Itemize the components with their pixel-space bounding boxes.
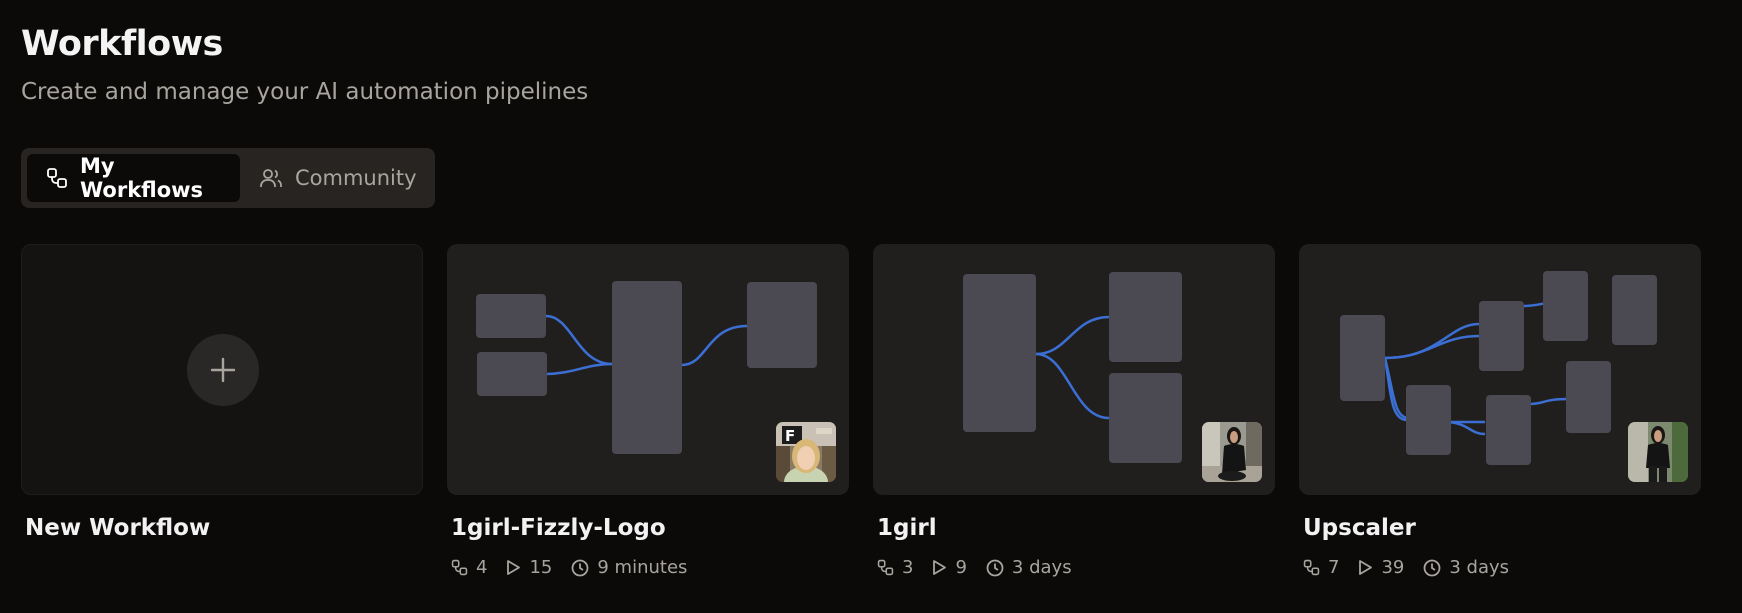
- workflow-meta: 3 9 3 days: [877, 557, 1091, 578]
- output-preview-image: F: [776, 422, 836, 482]
- workflow-card[interactable]: F 1girl-Fizzly-Logo 4 15 9 minutes: [447, 244, 849, 578]
- clock-icon: [1423, 559, 1441, 576]
- last-updated: 3 days: [986, 557, 1072, 578]
- play-icon: [1359, 560, 1373, 575]
- workflow-name[interactable]: 1girl-Fizzly-Logo: [451, 515, 666, 541]
- tab-community[interactable]: Community: [257, 154, 427, 202]
- node-count: 3: [877, 557, 913, 578]
- run-count-value: 39: [1381, 557, 1405, 578]
- last-updated-value: 9 minutes: [597, 557, 688, 578]
- workflow-meta: 4 15 9 minutes: [451, 557, 706, 578]
- workflow-meta: 7 39 3 days: [1303, 557, 1528, 578]
- workflow-icon: [47, 168, 67, 188]
- last-updated: 9 minutes: [571, 557, 687, 578]
- run-count: 39: [1358, 557, 1404, 578]
- workflows-page: Workflows Create and manage your AI auto…: [0, 0, 1742, 613]
- node-count: 4: [451, 557, 487, 578]
- run-count-value: 15: [529, 557, 553, 578]
- node-count: 7: [1303, 557, 1339, 578]
- new-workflow-label[interactable]: New Workflow: [25, 515, 210, 541]
- clock-icon: [986, 559, 1004, 576]
- workflow-name[interactable]: 1girl: [877, 515, 937, 541]
- run-count-value: 9: [955, 557, 967, 578]
- users-icon: [260, 169, 282, 187]
- play-icon: [507, 560, 521, 575]
- page-subtitle: Create and manage your AI automation pip…: [21, 79, 589, 105]
- workflow-icon: [451, 559, 468, 576]
- new-workflow-card[interactable]: New Workflow: [21, 244, 423, 541]
- output-preview-image: [1628, 422, 1688, 482]
- run-count: 15: [506, 557, 552, 578]
- play-icon: [933, 560, 947, 575]
- tab-my-workflows[interactable]: My Workflows: [27, 154, 240, 202]
- node-count-value: 4: [476, 557, 488, 578]
- workflow-thumbnail[interactable]: [1299, 244, 1701, 495]
- last-updated: 3 days: [1423, 557, 1509, 578]
- workflow-icon: [1303, 559, 1320, 576]
- workflow-tabs: My Workflows Community: [21, 148, 435, 208]
- run-count: 9: [932, 557, 967, 578]
- workflow-name[interactable]: Upscaler: [1303, 515, 1416, 541]
- workflow-thumbnail[interactable]: [873, 244, 1275, 495]
- output-preview-image: [1202, 422, 1262, 482]
- tab-community-label: Community: [295, 166, 417, 190]
- new-workflow-thumbnail[interactable]: [21, 244, 423, 495]
- workflow-card[interactable]: Upscaler 7 39 3 days: [1299, 244, 1701, 578]
- last-updated-value: 3 days: [1011, 557, 1072, 578]
- tab-my-workflows-label: My Workflows: [80, 154, 204, 202]
- svg-text:F: F: [785, 427, 795, 445]
- last-updated-value: 3 days: [1449, 557, 1510, 578]
- page-title: Workflows: [21, 24, 223, 64]
- clock-icon: [571, 559, 589, 576]
- workflow-thumbnail[interactable]: F: [447, 244, 849, 495]
- node-count-value: 7: [1328, 557, 1340, 578]
- workflow-icon: [877, 559, 894, 576]
- node-count-value: 3: [902, 557, 914, 578]
- workflow-card[interactable]: 1girl 3 9 3 days: [873, 244, 1275, 578]
- plus-icon: [210, 357, 236, 383]
- add-workflow-button[interactable]: [187, 334, 259, 406]
